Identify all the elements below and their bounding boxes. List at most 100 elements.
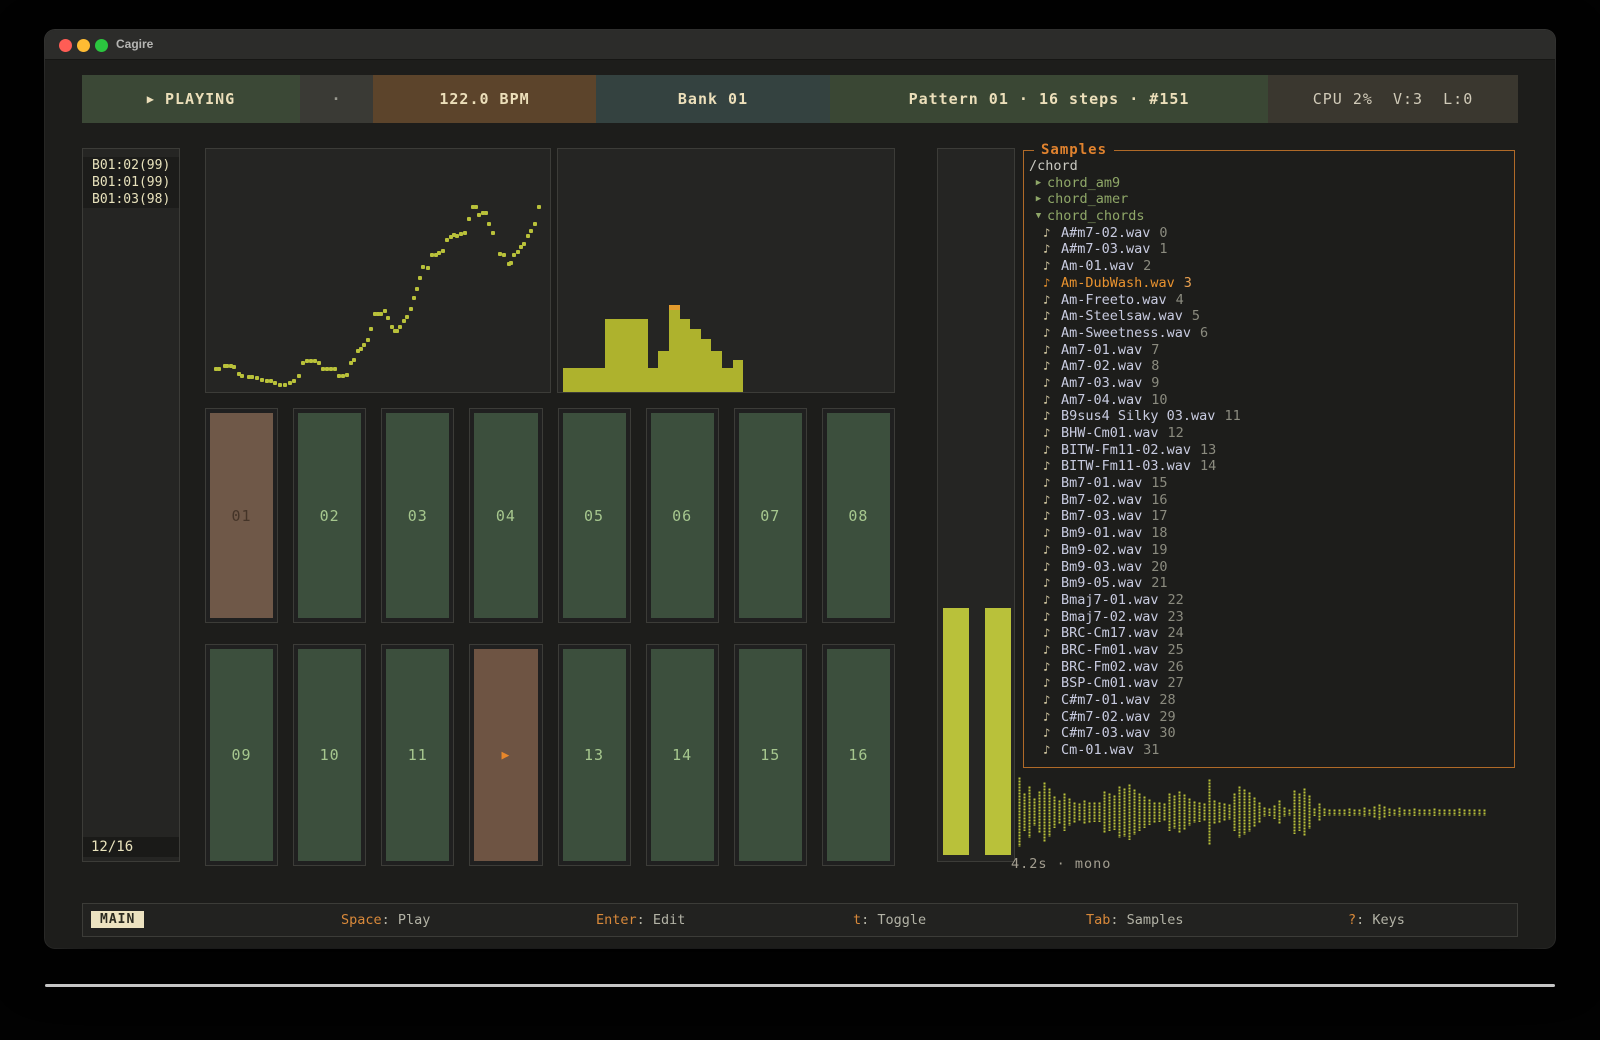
waveform-column <box>1293 790 1296 833</box>
sample-file-row[interactable]: ♪Bmaj7-02.wav23 <box>1024 609 1514 626</box>
sample-file-row[interactable]: ♪BHW-Cm01.wav12 <box>1024 425 1514 442</box>
file-index: 17 <box>1151 508 1167 525</box>
waveform-column <box>1463 809 1466 816</box>
file-index: 23 <box>1168 609 1184 626</box>
scatter-point <box>441 249 445 253</box>
waveform-column <box>1078 803 1081 821</box>
sample-file-row[interactable]: ♪BRC-Cm17.wav24 <box>1024 625 1514 642</box>
pad-02[interactable]: 02 <box>293 408 366 623</box>
file-index: 27 <box>1168 675 1184 692</box>
sample-file-row[interactable]: ♪Am-Steelsaw.wav5 <box>1024 308 1514 325</box>
sample-file-row[interactable]: ♪BITW-Fm11-03.wav14 <box>1024 458 1514 475</box>
pad-14[interactable]: 14 <box>646 644 719 866</box>
scatter-point <box>225 364 229 368</box>
file-name: Bm9-01.wav <box>1061 525 1142 542</box>
waveform-column <box>1173 795 1176 829</box>
sample-file-row[interactable]: ♪C#m7-02.wav29 <box>1024 709 1514 726</box>
note-icon: ♪ <box>1043 592 1059 609</box>
sample-file-row[interactable]: ♪BSP-Cm01.wav27 <box>1024 675 1514 692</box>
file-name: Bm9-03.wav <box>1061 559 1142 576</box>
sample-file-row[interactable]: ♪Am7-02.wav8 <box>1024 358 1514 375</box>
sample-file-row[interactable]: ♪Am7-04.wav10 <box>1024 392 1514 409</box>
waveform-column <box>1273 805 1276 819</box>
file-index: 10 <box>1151 392 1167 409</box>
scatter-point <box>283 383 287 387</box>
zoom-button[interactable] <box>95 39 108 52</box>
pad-label: 01 <box>210 413 273 618</box>
scatter-point <box>366 338 370 342</box>
sample-file-row[interactable]: ♪Bm9-03.wav20 <box>1024 559 1514 576</box>
sample-file-row[interactable]: ♪BRC-Fm01.wav25 <box>1024 642 1514 659</box>
scatter-point <box>467 217 471 221</box>
sample-file-row[interactable]: ♪Am-01.wav2 <box>1024 258 1514 275</box>
sample-file-row[interactable]: ♪BITW-Fm11-02.wav13 <box>1024 442 1514 459</box>
waveform-column <box>1428 809 1431 816</box>
sample-file-row[interactable]: ♪Bm7-02.wav16 <box>1024 492 1514 509</box>
pad-12[interactable]: ▶ <box>469 644 542 866</box>
file-name: Am-DubWash.wav <box>1061 275 1175 292</box>
histogram-bar <box>701 339 712 392</box>
sample-file-row[interactable]: ♪Bm9-01.wav18 <box>1024 525 1514 542</box>
sample-file-row[interactable]: ♪Bm7-03.wav17 <box>1024 508 1514 525</box>
bpm-display: 122.0 BPM <box>373 75 596 123</box>
waveform-column <box>1468 809 1471 816</box>
sample-file-row[interactable]: ♪A#m7-03.wav1 <box>1024 241 1514 258</box>
histogram-bars <box>563 149 743 392</box>
play-icon: ▶ <box>147 92 155 106</box>
scatter-point <box>491 231 495 235</box>
pad-05[interactable]: 05 <box>558 408 631 623</box>
histogram-bar <box>648 368 659 392</box>
file-index: 19 <box>1151 542 1167 559</box>
pad-15[interactable]: 15 <box>734 644 807 866</box>
pad-06[interactable]: 06 <box>646 408 719 623</box>
waveform-column <box>1028 786 1031 839</box>
histogram-bar <box>658 351 669 392</box>
sample-dir-row[interactable]: ▶chord_amer <box>1024 191 1514 208</box>
waveform-column <box>1223 803 1226 821</box>
sample-file-row[interactable]: ♪Bm7-01.wav15 <box>1024 475 1514 492</box>
sample-dir-row[interactable]: ▼chord_chords <box>1024 208 1514 225</box>
sample-file-row[interactable]: ♪C#m7-01.wav28 <box>1024 692 1514 709</box>
waveform-column <box>1313 808 1316 816</box>
sample-file-row[interactable]: ♪Bmaj7-01.wav22 <box>1024 592 1514 609</box>
waveform-column <box>1048 788 1051 837</box>
pad-playing-icon: ▶ <box>474 649 537 861</box>
pad-04[interactable]: 04 <box>469 408 542 623</box>
sample-file-row[interactable]: ♪BRC-Fm02.wav26 <box>1024 659 1514 676</box>
pad-label: 03 <box>386 413 449 618</box>
pad-03[interactable]: 03 <box>381 408 454 623</box>
file-index: 15 <box>1151 475 1167 492</box>
sample-file-row[interactable]: ♪Am7-03.wav9 <box>1024 375 1514 392</box>
waveform-column <box>1043 782 1046 842</box>
minimize-button[interactable] <box>77 39 90 52</box>
pad-09[interactable]: 09 <box>205 644 278 866</box>
histogram-bar <box>595 368 606 392</box>
sample-file-row[interactable]: ♪B9sus4 Silky 03.wav11 <box>1024 408 1514 425</box>
sample-file-row[interactable]: ♪Bm9-05.wav21 <box>1024 575 1514 592</box>
sample-file-row[interactable]: ♪Am-Freeto.wav4 <box>1024 292 1514 309</box>
file-index: 6 <box>1200 325 1208 342</box>
note-icon: ♪ <box>1043 625 1059 642</box>
pad-13[interactable]: 13 <box>558 644 631 866</box>
step-counter: 12/16 <box>83 837 179 857</box>
note-icon: ♪ <box>1043 408 1059 425</box>
pad-11[interactable]: 11 <box>381 644 454 866</box>
sample-file-row[interactable]: ♪Cm-01.wav31 <box>1024 742 1514 759</box>
histogram-bar <box>711 351 722 392</box>
chevron-right-icon: ▶ <box>1030 175 1047 192</box>
sample-file-row[interactable]: ♪Am7-01.wav7 <box>1024 342 1514 359</box>
sample-dir-row[interactable]: ▶chord_am9 <box>1024 175 1514 192</box>
pad-01[interactable]: 01 <box>205 408 278 623</box>
pad-07[interactable]: 07 <box>734 408 807 623</box>
pad-16[interactable]: 16 <box>822 644 895 866</box>
close-button[interactable] <box>59 39 72 52</box>
sample-file-row[interactable]: ♪Bm9-02.wav19 <box>1024 542 1514 559</box>
sample-file-row[interactable]: ♪Am-Sweetness.wav6 <box>1024 325 1514 342</box>
sample-file-row[interactable]: ♪C#m7-03.wav30 <box>1024 725 1514 742</box>
pad-10[interactable]: 10 <box>293 644 366 866</box>
pad-08[interactable]: 08 <box>822 408 895 623</box>
waveform-column <box>1113 795 1116 830</box>
waveform-column <box>1238 786 1241 839</box>
sample-file-row[interactable]: ♪Am-DubWash.wav3 <box>1024 275 1514 292</box>
sample-file-row[interactable]: ♪A#m7-02.wav0 <box>1024 225 1514 242</box>
